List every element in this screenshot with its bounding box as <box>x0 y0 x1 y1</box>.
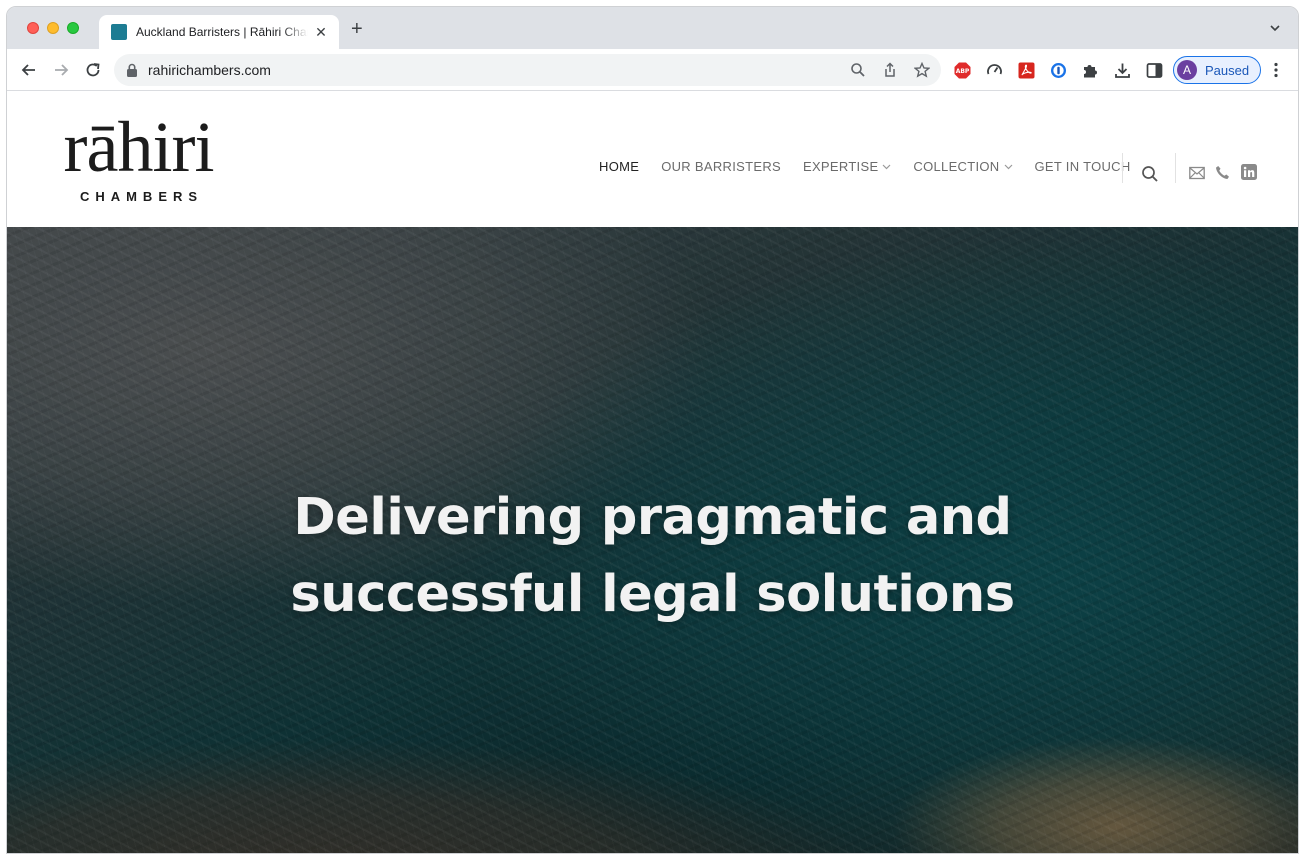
download-icon[interactable] <box>1114 62 1131 79</box>
main-navigation: HOME OUR BARRISTERS EXPERTISE COLLECTION… <box>599 159 1153 174</box>
pdf-icon[interactable] <box>1018 62 1035 79</box>
side-panel-icon[interactable] <box>1146 62 1163 79</box>
new-tab-button[interactable]: + <box>351 19 363 39</box>
avatar: A <box>1177 60 1197 80</box>
nav-divider <box>1175 153 1176 183</box>
nav-item-label: GET IN TOUCH <box>1034 159 1131 174</box>
speedometer-icon[interactable] <box>986 62 1003 79</box>
svg-text:ABP: ABP <box>956 68 970 75</box>
zoom-search-icon[interactable] <box>850 62 866 78</box>
logo-subtitle: CHAMBERS <box>79 189 204 204</box>
window-controls <box>27 22 79 34</box>
browser-toolbar: rahirichambers.com ABP A Paused <box>7 49 1298 91</box>
profile-status-label: Paused <box>1205 62 1250 78</box>
nav-item-expertise[interactable]: EXPERTISE <box>803 159 891 174</box>
url-text: rahirichambers.com <box>148 62 271 78</box>
tab-search-chevron-icon[interactable] <box>1268 21 1282 35</box>
share-icon[interactable] <box>882 62 898 78</box>
nav-item-collection[interactable]: COLLECTION <box>913 159 1012 174</box>
hero-headline: Delivering pragmatic and successful lega… <box>7 479 1298 633</box>
forward-arrow-icon[interactable] <box>51 60 71 80</box>
lock-icon[interactable] <box>126 63 138 77</box>
tab-strip: Auckland Barristers | Rāhiri Chambers ✕ … <box>7 7 1298 49</box>
hero-banner: Delivering pragmatic and successful lega… <box>7 227 1298 853</box>
close-window-button[interactable] <box>27 22 39 34</box>
logo-wordmark: rāhiri <box>63 107 215 187</box>
nav-item-label: COLLECTION <box>913 159 1000 174</box>
phone-icon[interactable] <box>1215 165 1230 180</box>
back-arrow-icon[interactable] <box>19 60 39 80</box>
mail-icon[interactable] <box>1189 166 1205 180</box>
abp-icon[interactable]: ABP <box>954 62 971 79</box>
tab-close-icon[interactable]: ✕ <box>313 24 329 41</box>
maximize-window-button[interactable] <box>67 22 79 34</box>
tab-title: Auckland Barristers | Rāhiri Chambers <box>136 25 308 39</box>
site-logo[interactable]: rāhiri CHAMBERS <box>41 109 236 209</box>
puzzle-icon[interactable] <box>1082 62 1099 79</box>
profile-button[interactable]: A Paused <box>1173 56 1261 84</box>
minimize-window-button[interactable] <box>47 22 59 34</box>
reload-icon[interactable] <box>83 60 103 80</box>
hero-headline-line2: successful legal solutions <box>290 565 1015 624</box>
search-icon[interactable] <box>1141 165 1159 183</box>
linkedin-icon[interactable] <box>1241 164 1257 180</box>
browser-window: Auckland Barristers | Rāhiri Chambers ✕ … <box>6 6 1299 854</box>
site-favicon-icon <box>111 24 127 40</box>
password-manager-icon[interactable] <box>1050 62 1067 79</box>
tab-active[interactable]: Auckland Barristers | Rāhiri Chambers ✕ <box>99 15 339 49</box>
site-header: rāhiri CHAMBERS HOME OUR BARRISTERS EXPE… <box>7 91 1298 227</box>
browser-menu-icon[interactable] <box>1273 62 1279 78</box>
address-bar[interactable]: rahirichambers.com <box>114 54 941 86</box>
hero-headline-line1: Delivering pragmatic and <box>293 488 1012 547</box>
nav-item-home[interactable]: HOME <box>599 159 639 174</box>
bookmark-star-icon[interactable] <box>914 62 930 78</box>
nav-item-label: OUR BARRISTERS <box>661 159 781 174</box>
nav-item-label: EXPERTISE <box>802 159 879 174</box>
nav-item-get-in-touch[interactable]: GET IN TOUCH <box>1035 159 1131 174</box>
chevron-down-icon <box>882 164 891 169</box>
chevron-down-icon <box>1004 164 1012 169</box>
nav-item-label: HOME <box>599 159 640 174</box>
nav-item-our-barristers[interactable]: OUR BARRISTERS <box>661 159 781 174</box>
nav-divider <box>1122 153 1123 183</box>
